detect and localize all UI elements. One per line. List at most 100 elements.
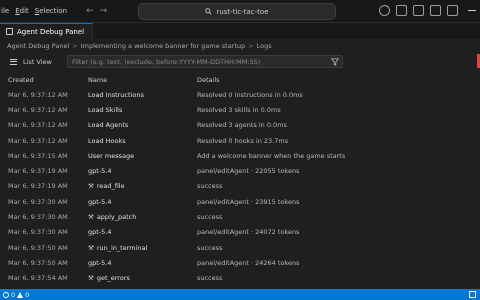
- notifications-icon[interactable]: [469, 291, 476, 298]
- created-cell: Mar 6, 9:37:12 AM: [8, 136, 68, 145]
- table-row[interactable]: Mar 6, 9:37:12 AM Load Instructions Resolv…: [0, 87, 480, 102]
- filter-icon[interactable]: [331, 58, 339, 66]
- filter-input[interactable]: Filter (e.g. text, !exclude, before:YYYY…: [67, 55, 343, 68]
- created-cell: Mar 6, 9:37:30 AM: [8, 228, 68, 237]
- name-cell: Load Instructions: [88, 91, 197, 99]
- table-row[interactable]: Mar 6, 9:37:12 AM Load Hooks Resolved 0 ho…: [0, 133, 480, 148]
- tools-icon: ⚒: [88, 243, 94, 252]
- breadcrumb-item[interactable]: Logs: [257, 42, 272, 50]
- name-text: gpt-5.4: [88, 167, 112, 176]
- table-row[interactable]: Mar 6, 9:37:50 AM ⚒ run_in_terminal success: [0, 240, 480, 255]
- log-table: Created Name Details Mar 6, 9:37:12 AM Lo…: [0, 72, 480, 286]
- name-cell: ⚒ get_errors: [88, 274, 197, 282]
- list-view-label: List View: [23, 57, 52, 66]
- name-cell: gpt-5.4: [88, 198, 197, 206]
- breadcrumb-item[interactable]: Agent Debug Panel: [7, 42, 69, 50]
- menu-edit[interactable]: Edit: [12, 0, 32, 22]
- breadcrumb: Agent Debug Panel > Implementing a welco…: [0, 39, 480, 52]
- command-center[interactable]: rust-tic-tac-toe: [138, 3, 336, 20]
- details-cell: success: [197, 274, 223, 283]
- menu-bar: ile Edit Selection: [0, 0, 70, 22]
- list-view-button[interactable]: List View: [5, 55, 61, 69]
- created-cell: Mar 6, 9:37:12 AM: [8, 105, 68, 114]
- table-row[interactable]: Mar 6, 9:37:12 AM Load Agents Resolved 3 a…: [0, 118, 480, 133]
- created-cell: Mar 6, 9:37:19 AM: [8, 167, 68, 176]
- name-text: gpt-5.4: [88, 258, 112, 267]
- forward-arrow-icon[interactable]: →: [100, 6, 108, 16]
- search-icon: [205, 8, 213, 15]
- tools-icon: ⚒: [88, 213, 94, 222]
- name-text: gpt-5.4: [88, 228, 112, 237]
- name-text: Load Instructions: [88, 90, 144, 99]
- name-cell: User message: [88, 152, 197, 160]
- details-cell: success: [197, 182, 223, 191]
- table-row[interactable]: Mar 6, 9:37:50 AM gpt-5.4 panel/editAgent …: [0, 255, 480, 270]
- details-cell: panel/editAgent · 24264 tokens: [197, 258, 300, 267]
- tab-agent-debug-panel[interactable]: Agent Debug Panel: [0, 23, 94, 39]
- minimize-icon[interactable]: [468, 10, 476, 11]
- details-cell: panel/editAgent · 22055 tokens: [197, 167, 300, 176]
- table-row[interactable]: Mar 6, 9:37:30 AM gpt-5.4 panel/editAgent …: [0, 225, 480, 240]
- name-text: get_errors: [96, 274, 130, 283]
- toolbar: List View Filter (e.g. text, !exclude, b…: [0, 53, 480, 70]
- name-text: run_in_terminal: [96, 243, 148, 252]
- toggle-sidebar-icon[interactable]: [396, 5, 407, 16]
- details-cell: panel/editAgent · 23915 tokens: [197, 197, 300, 206]
- table-row[interactable]: Mar 6, 9:37:30 AM ⚒ apply_patch success: [0, 209, 480, 224]
- layout-icon[interactable]: [447, 5, 458, 16]
- table-header: Created Name Details: [0, 72, 480, 87]
- filter-placeholder: Filter (e.g. text, !exclude, before:YYYY…: [72, 57, 261, 66]
- toggle-secondary-sidebar-icon[interactable]: [430, 5, 441, 16]
- menu-file[interactable]: ile: [0, 0, 12, 22]
- name-cell: Load Hooks: [88, 137, 197, 145]
- table-row[interactable]: Mar 6, 9:37:12 AM Load Skills Resolved 3 s…: [0, 102, 480, 117]
- copilot-icon[interactable]: [379, 5, 390, 16]
- navigation-arrows: ← →: [86, 6, 107, 16]
- name-cell: ⚒ read_file: [88, 182, 197, 190]
- header-details[interactable]: Details: [197, 76, 480, 84]
- name-text: Load Skills: [88, 105, 123, 114]
- details-cell: Resolved 3 agents in 0.0ms: [197, 121, 287, 130]
- created-cell: Mar 6, 9:37:30 AM: [8, 213, 68, 222]
- breadcrumb-separator: >: [248, 41, 254, 50]
- created-cell: Mar 6, 9:37:54 AM: [8, 274, 68, 283]
- header-name[interactable]: Name: [88, 76, 197, 84]
- name-text: read_file: [96, 182, 125, 191]
- breadcrumb-separator: >: [72, 41, 78, 50]
- back-arrow-icon[interactable]: ←: [86, 6, 94, 16]
- created-cell: Mar 6, 9:37:12 AM: [8, 121, 68, 130]
- details-cell: Resolved 0 hooks in 23.7ms: [197, 136, 289, 145]
- name-cell: ⚒ apply_patch: [88, 213, 197, 221]
- title-bar: ile Edit Selection ← → rust-tic-tac-toe: [0, 0, 480, 23]
- table-row[interactable]: Mar 6, 9:37:19 AM gpt-5.4 panel/editAgent …: [0, 163, 480, 178]
- breadcrumb-item[interactable]: Implementing a welcome banner for game s…: [81, 42, 245, 50]
- name-cell: gpt-5.4: [88, 167, 197, 175]
- table-row[interactable]: Mar 6, 9:37:19 AM ⚒ read_file success: [0, 179, 480, 194]
- tab-label: Agent Debug Panel: [17, 27, 85, 36]
- menu-selection[interactable]: Selection: [32, 0, 70, 22]
- name-text: gpt-5.4: [88, 197, 112, 206]
- error-icon: [3, 291, 9, 298]
- table-row[interactable]: Mar 6, 9:37:54 AM ⚒ get_errors success: [0, 271, 480, 286]
- table-row[interactable]: Mar 6, 9:37:15 AM User message Add a welco…: [0, 148, 480, 163]
- tools-icon: ⚒: [88, 274, 94, 283]
- details-cell: Resolved 3 skills in 0.0ms: [197, 105, 281, 114]
- name-text: Load Agents: [88, 121, 129, 130]
- details-cell: success: [197, 243, 223, 252]
- created-cell: Mar 6, 9:37:15 AM: [8, 151, 68, 160]
- created-cell: Mar 6, 9:37:50 AM: [8, 258, 68, 267]
- problems-status[interactable]: 0 0: [3, 291, 29, 299]
- name-text: User message: [88, 151, 135, 160]
- name-text: apply_patch: [96, 213, 137, 222]
- error-count: 0: [11, 290, 16, 299]
- toggle-panel-icon[interactable]: [413, 5, 424, 16]
- header-created[interactable]: Created: [0, 76, 88, 84]
- created-cell: Mar 6, 9:37:19 AM: [8, 182, 68, 191]
- name-cell: ⚒ run_in_terminal: [88, 244, 197, 252]
- details-cell: Resolved 0 instructions in 0.0ms: [197, 90, 303, 99]
- table-row[interactable]: Mar 6, 9:37:30 AM gpt-5.4 panel/editAgent …: [0, 194, 480, 209]
- details-cell: success: [197, 213, 223, 222]
- status-bar: 0 0: [0, 289, 480, 300]
- created-cell: Mar 6, 9:37:30 AM: [8, 197, 68, 206]
- created-cell: Mar 6, 9:37:12 AM: [8, 90, 68, 99]
